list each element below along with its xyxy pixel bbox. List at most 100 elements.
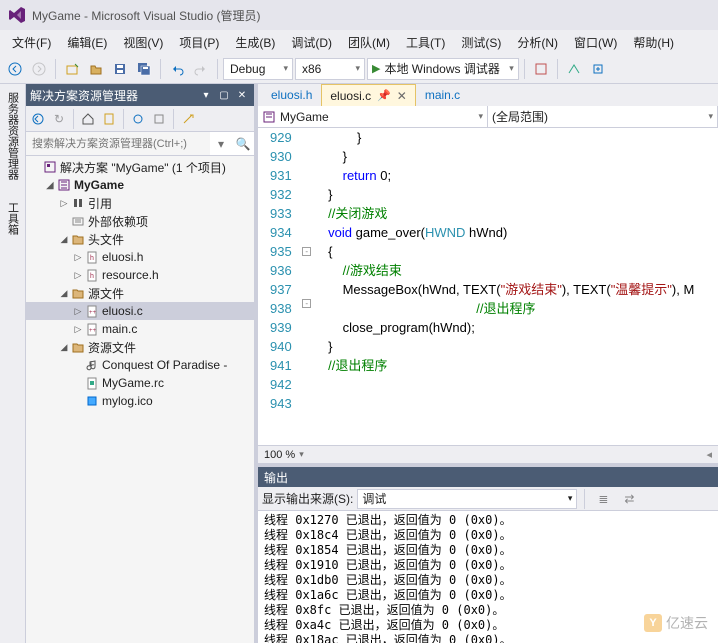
tree-node[interactable]: ▷引用 bbox=[26, 194, 254, 212]
toolbar-btn-3[interactable] bbox=[587, 58, 609, 80]
document-tab[interactable]: main.c bbox=[416, 84, 469, 106]
tree-node[interactable]: 解决方案 "MyGame" (1 个项目) bbox=[26, 158, 254, 176]
tree-label: Conquest Of Paradise - bbox=[102, 358, 227, 372]
nav-scope-combo[interactable]: (全局范围) bbox=[488, 106, 718, 127]
close-icon[interactable]: ✕ bbox=[397, 89, 407, 103]
tree-node[interactable]: ◢资源文件 bbox=[26, 338, 254, 356]
menu-item[interactable]: 工具(T) bbox=[398, 31, 453, 54]
expander-icon[interactable]: ▷ bbox=[72, 270, 84, 281]
menu-item[interactable]: 项目(P) bbox=[171, 31, 227, 54]
expander-icon[interactable]: ▷ bbox=[72, 306, 84, 317]
tree-node[interactable]: ▷++main.c bbox=[26, 320, 254, 338]
outline-column[interactable]: -- bbox=[300, 128, 314, 445]
menu-item[interactable]: 帮助(H) bbox=[625, 31, 682, 54]
search-icon[interactable]: 🔍 bbox=[232, 137, 254, 151]
properties-button[interactable] bbox=[178, 109, 198, 129]
toolbar-btn-2[interactable] bbox=[563, 58, 585, 80]
expander-icon[interactable]: ◢ bbox=[58, 234, 70, 245]
rail-tab[interactable]: 服务器资源管理器 bbox=[3, 86, 23, 186]
search-input[interactable] bbox=[26, 132, 210, 155]
tab-label: main.c bbox=[425, 88, 460, 102]
search-dropdown-icon[interactable]: ▾ bbox=[210, 137, 232, 151]
separator bbox=[73, 109, 74, 129]
tree-node[interactable]: ◢头文件 bbox=[26, 230, 254, 248]
expander-icon[interactable]: ▷ bbox=[72, 252, 84, 263]
menu-item[interactable]: 生成(B) bbox=[227, 31, 283, 54]
separator bbox=[217, 59, 218, 79]
tree-node[interactable]: mylog.ico bbox=[26, 392, 254, 410]
home-button[interactable] bbox=[28, 109, 48, 129]
panel-close-icon[interactable]: ✕ bbox=[234, 87, 250, 103]
menu-item[interactable]: 文件(F) bbox=[4, 31, 59, 54]
toolbar-btn-1[interactable] bbox=[530, 58, 552, 80]
menu-item[interactable]: 分析(N) bbox=[509, 31, 566, 54]
code-editor[interactable]: 9299309319329339349359369379389399409419… bbox=[258, 128, 718, 445]
vs-logo-icon bbox=[8, 6, 26, 24]
config-combo[interactable]: Debug bbox=[223, 58, 293, 80]
panel-dropdown-icon[interactable]: ▾ bbox=[198, 87, 214, 103]
tree-node[interactable]: Conquest Of Paradise - bbox=[26, 356, 254, 374]
sync-button[interactable] bbox=[128, 109, 148, 129]
tree-node[interactable]: MyGame.rc bbox=[26, 374, 254, 392]
tree-node[interactable]: ◢源文件 bbox=[26, 284, 254, 302]
platform-combo[interactable]: x86 bbox=[295, 58, 365, 80]
menu-item[interactable]: 调试(D) bbox=[283, 31, 340, 54]
c-icon: ++ bbox=[84, 321, 100, 337]
tree-label: eluosi.c bbox=[102, 304, 143, 318]
open-file-button[interactable] bbox=[85, 58, 107, 80]
menu-item[interactable]: 窗口(W) bbox=[566, 31, 625, 54]
expander-icon[interactable]: ▷ bbox=[72, 324, 84, 335]
output-title: 输出 bbox=[264, 469, 288, 486]
code-content[interactable]: } } return 0; } //关闭游戏 void game_over(HW… bbox=[314, 128, 718, 445]
output-source-combo[interactable]: 调试 bbox=[357, 489, 577, 509]
play-icon: ▶ bbox=[372, 62, 380, 75]
output-btn-1[interactable]: ≣ bbox=[592, 488, 614, 510]
tree-node[interactable]: 外部依赖项 bbox=[26, 212, 254, 230]
menu-item[interactable]: 测试(S) bbox=[453, 31, 509, 54]
nav-fwd-button[interactable] bbox=[28, 58, 50, 80]
scroll-left-icon[interactable]: ◂ bbox=[706, 448, 712, 461]
nav-project-combo[interactable]: MyGame bbox=[258, 106, 488, 127]
pin-icon[interactable]: 📌 bbox=[377, 89, 391, 102]
redo-button[interactable] bbox=[190, 58, 212, 80]
save-button[interactable] bbox=[109, 58, 131, 80]
c-icon: ++ bbox=[84, 303, 100, 319]
expander-icon[interactable]: ◢ bbox=[44, 180, 56, 191]
document-tab[interactable]: eluosi.c📌✕ bbox=[321, 84, 415, 106]
solution-explorer-panel: 解决方案资源管理器 ▾ ▢ ✕ ↻ ▾ 🔍 解决方案 "MyGame" (1 个… bbox=[26, 84, 258, 643]
tree-label: 解决方案 "MyGame" (1 个项目) bbox=[60, 159, 226, 176]
output-text[interactable]: 线程 0x1270 已退出，返回值为 0 (0x0)。 线程 0x18c4 已退… bbox=[258, 511, 718, 643]
ref-icon bbox=[70, 195, 86, 211]
tree-node[interactable]: ▷heluosi.h bbox=[26, 248, 254, 266]
tree-label: eluosi.h bbox=[102, 250, 143, 264]
expander-icon[interactable]: ◢ bbox=[58, 342, 70, 353]
tree-node[interactable]: ◢ MyGame bbox=[26, 176, 254, 194]
menu-item[interactable]: 团队(M) bbox=[340, 31, 398, 54]
tree-label: mylog.ico bbox=[102, 394, 153, 408]
tab-label: eluosi.h bbox=[271, 88, 312, 102]
menu-item[interactable]: 视图(V) bbox=[115, 31, 171, 54]
tree-label: MyGame bbox=[74, 178, 124, 192]
se-btn-6[interactable] bbox=[149, 109, 169, 129]
expander-icon[interactable]: ◢ bbox=[58, 288, 70, 299]
output-btn-2[interactable]: ⇄ bbox=[618, 488, 640, 510]
menu-item[interactable]: 编辑(E) bbox=[59, 31, 115, 54]
start-debug-button[interactable]: ▶本地 Windows 调试器 bbox=[367, 58, 519, 80]
panel-pin-icon[interactable]: ▢ bbox=[216, 87, 232, 103]
tree-node[interactable]: ▷hresource.h bbox=[26, 266, 254, 284]
new-project-button[interactable] bbox=[61, 58, 83, 80]
folder-icon bbox=[70, 231, 86, 247]
expander-icon[interactable]: ▷ bbox=[58, 198, 70, 209]
tree-node[interactable]: ▷++eluosi.c bbox=[26, 302, 254, 320]
nav-back-button[interactable] bbox=[4, 58, 26, 80]
zoom-dropdown-icon[interactable]: ▾ bbox=[299, 449, 304, 460]
se-btn-4[interactable] bbox=[99, 109, 119, 129]
home-icon[interactable] bbox=[78, 109, 98, 129]
document-tab[interactable]: eluosi.h bbox=[262, 84, 321, 106]
se-btn-2[interactable]: ↻ bbox=[49, 109, 69, 129]
save-all-button[interactable] bbox=[133, 58, 155, 80]
tree-label: main.c bbox=[102, 322, 137, 336]
zoom-level[interactable]: 100 % bbox=[264, 449, 295, 461]
undo-button[interactable] bbox=[166, 58, 188, 80]
rail-tab[interactable]: 工具箱 bbox=[3, 196, 23, 241]
